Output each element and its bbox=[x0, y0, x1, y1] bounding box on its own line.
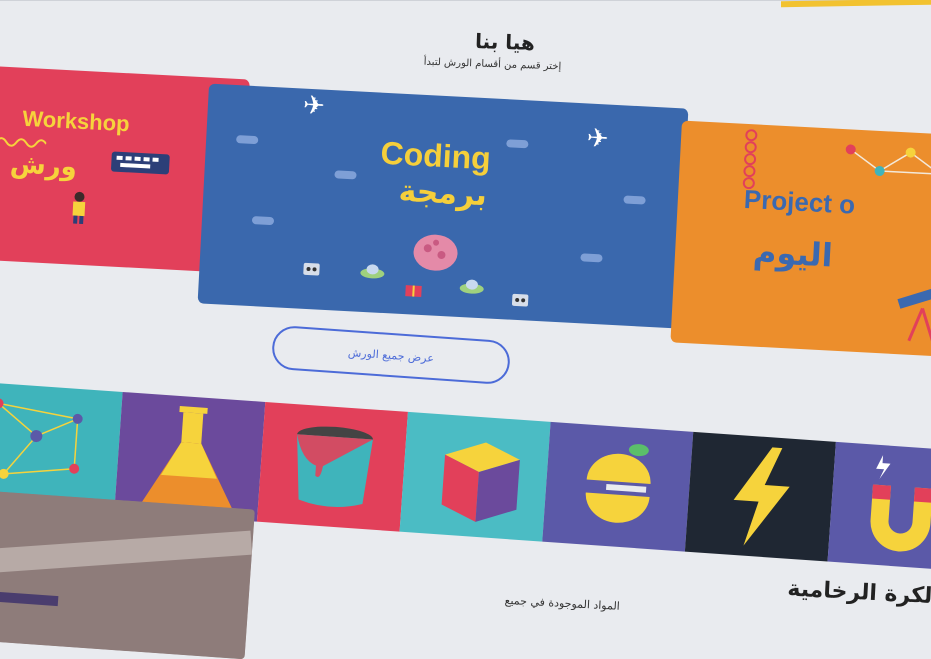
chain-icon bbox=[742, 129, 758, 190]
featured-title: الكرة الرخامية bbox=[786, 576, 931, 610]
card-title-ar: اليوم bbox=[752, 232, 834, 275]
featured-subtitle: المواد الموجودة في جميع bbox=[504, 593, 621, 613]
robot-icon bbox=[303, 262, 320, 276]
airplane-icon: ✈ bbox=[302, 90, 326, 122]
category-tile[interactable] bbox=[684, 431, 836, 562]
gift-icon bbox=[405, 285, 422, 297]
brain-icon bbox=[413, 234, 458, 271]
spaceship-icon bbox=[459, 279, 484, 294]
telescope-icon bbox=[897, 287, 931, 343]
network-icon bbox=[845, 144, 931, 176]
person-icon bbox=[72, 191, 86, 225]
card-project[interactable]: Project o اليوم bbox=[670, 120, 931, 358]
category-tile[interactable] bbox=[399, 411, 551, 542]
cloud-icon bbox=[580, 253, 603, 263]
show-all-workshops-button[interactable]: عرض جميع الورش bbox=[270, 324, 512, 386]
card-title-ar: ورش سَ bbox=[0, 147, 78, 183]
cloud-icon bbox=[506, 139, 529, 149]
cloud-icon bbox=[334, 170, 357, 180]
category-tile[interactable] bbox=[827, 441, 931, 572]
magnet-icon bbox=[870, 455, 931, 552]
card-title-en: Coding bbox=[379, 134, 492, 177]
card-title-ar: برمجة bbox=[397, 173, 488, 214]
cloud-icon bbox=[623, 195, 646, 205]
card-coding[interactable]: ✈ ✈ Coding برمجة bbox=[197, 83, 689, 329]
marble-photo bbox=[0, 490, 255, 659]
wave-icon bbox=[0, 136, 47, 148]
spaceship-icon bbox=[360, 264, 385, 279]
fruit-icon bbox=[585, 444, 651, 523]
card-title-en: Workshop bbox=[21, 105, 131, 137]
lightning-icon bbox=[733, 447, 790, 546]
category-tile[interactable] bbox=[542, 421, 694, 552]
airplane-icon: ✈ bbox=[585, 123, 610, 155]
card-title-en: Project o bbox=[743, 183, 856, 220]
featured-image[interactable] bbox=[0, 490, 255, 659]
robot-icon bbox=[511, 293, 529, 307]
keyboard-icon bbox=[111, 151, 170, 175]
category-tile[interactable] bbox=[256, 401, 408, 532]
paint-bucket-icon bbox=[297, 426, 373, 507]
cube-icon bbox=[441, 442, 520, 522]
cloud-icon bbox=[251, 216, 275, 226]
top-accent-strip bbox=[781, 0, 931, 8]
cloud-icon bbox=[236, 135, 259, 145]
